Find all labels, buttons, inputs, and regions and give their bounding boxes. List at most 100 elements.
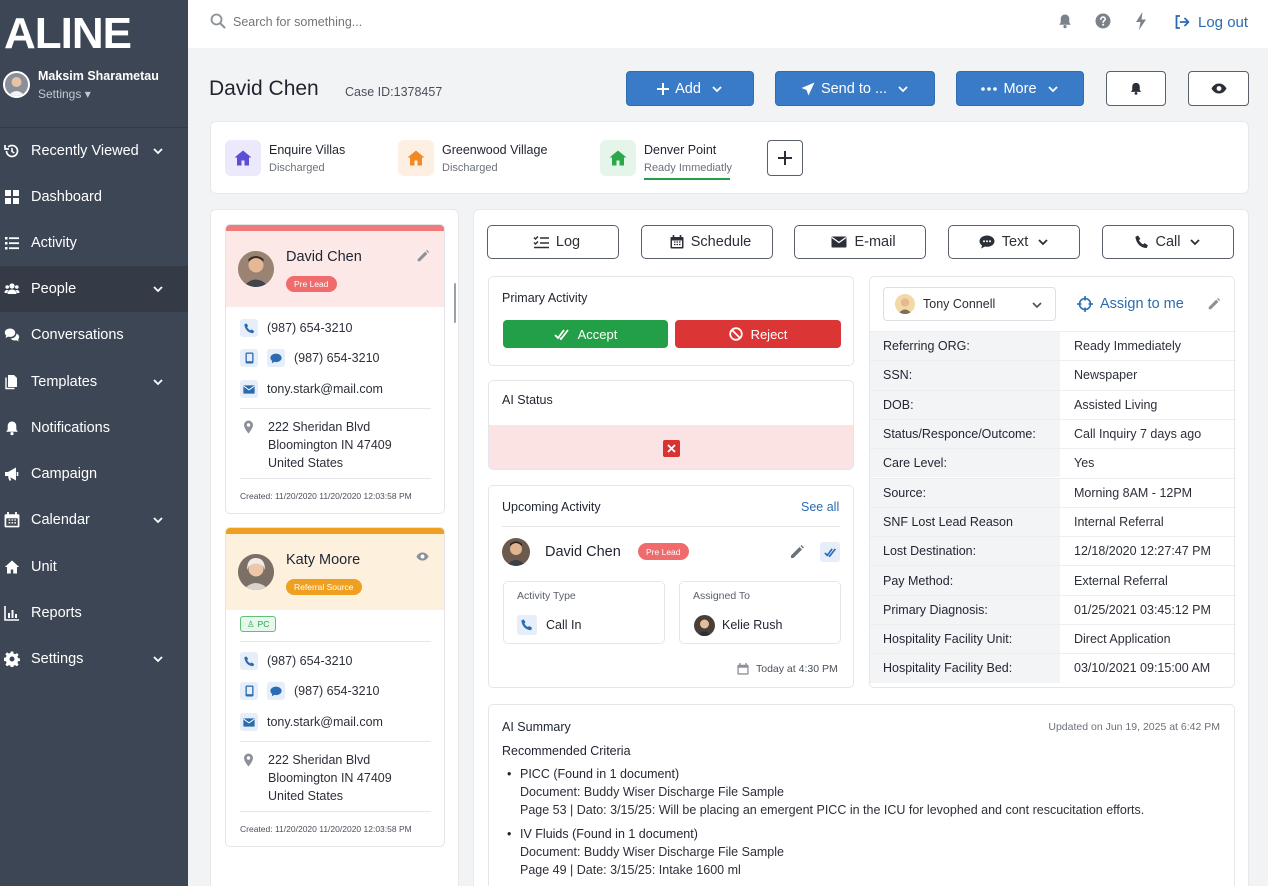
sidebar-item-unit[interactable]: Unit <box>0 544 188 590</box>
email-button[interactable]: E-mail <box>794 225 926 259</box>
app-logo[interactable]: ALINE <box>4 12 132 56</box>
calendar-icon <box>737 663 749 675</box>
text-label: Text <box>1001 234 1029 250</box>
see-all-link[interactable]: See all <box>801 500 839 514</box>
facility-status: Discharged <box>442 162 498 174</box>
schedule-button[interactable]: Schedule <box>641 225 773 259</box>
detail-value: Yes <box>1074 456 1095 471</box>
user-block[interactable]: Maksim Sharametau Settings ▾ <box>0 58 188 126</box>
sidebar-item-templates[interactable]: Templates <box>0 359 188 405</box>
assignee-select[interactable]: Tony Connell <box>883 287 1056 321</box>
user-settings-link[interactable]: Settings ▾ <box>38 87 91 101</box>
detail-label: Care Level: <box>870 449 1060 478</box>
help-icon[interactable] <box>1095 13 1111 29</box>
chat-bubble-icon <box>267 349 285 367</box>
detail-row: Lost Destination: 12/18/2020 12:27:47 PM <box>870 536 1236 566</box>
mobile-row[interactable]: (987) 654-3210 <box>240 681 379 701</box>
detail-label: Status/Responce/Outcome: <box>870 419 1060 449</box>
detail-label: Referring ORG: <box>870 332 1060 361</box>
ai-summary-subtitle: Recommended Criteria <box>502 744 631 758</box>
bell-button[interactable] <box>1106 71 1166 106</box>
pencil-icon[interactable] <box>789 544 805 560</box>
send-to-button[interactable]: Send to ... <box>775 71 935 106</box>
email-row[interactable]: tony.stark@mail.com <box>240 379 383 399</box>
sidebar-item-label: Conversations <box>31 327 124 343</box>
status-badge: Referral Source <box>286 579 362 595</box>
pencil-icon[interactable] <box>416 249 430 263</box>
avatar <box>3 71 30 98</box>
avatar <box>502 538 530 566</box>
upcoming-person-name[interactable]: David Chen <box>545 544 621 560</box>
divider <box>240 408 431 409</box>
sidebar-item-dashboard[interactable]: Dashboard <box>0 174 188 220</box>
phone-icon <box>1134 235 1148 248</box>
avatar <box>238 554 274 590</box>
sidebar-item-conversations[interactable]: Conversations <box>0 312 188 358</box>
divider <box>240 641 431 642</box>
facility-item[interactable]: Denver Point Ready Immediatly <box>600 138 760 180</box>
chat-bubble-icon <box>979 235 995 249</box>
sidebar-item-recently-viewed[interactable]: Recently Viewed <box>0 128 188 174</box>
assign-to-me-link[interactable]: Assign to me <box>1100 296 1184 312</box>
summary-item-document[interactable]: Document: Buddy Wiser Discharge File Sam… <box>520 845 784 859</box>
facility-item[interactable]: Greenwood Village Discharged <box>398 138 558 178</box>
facility-status: Discharged <box>269 162 325 174</box>
reject-button[interactable]: Reject <box>675 320 841 348</box>
double-check-icon[interactable] <box>820 542 840 562</box>
sidebar-item-settings[interactable]: Settings <box>0 636 188 682</box>
sidebar-item-label: Unit <box>31 559 57 575</box>
main-panel: Log Schedule E-mail Text Call Primary Ac… <box>473 209 1249 886</box>
detail-row: SSN: Newspaper <box>870 360 1236 390</box>
status-badge: Pre Lead <box>286 276 337 292</box>
more-button[interactable]: More <box>956 71 1084 106</box>
chevron-down-icon <box>152 145 164 157</box>
mail-icon <box>240 380 258 398</box>
people-icon <box>4 281 20 297</box>
add-label: Add <box>675 80 701 97</box>
user-name: Maksim Sharametau <box>38 69 159 83</box>
crosshair-icon[interactable] <box>1077 296 1093 312</box>
phone-row[interactable]: (987) 654-3210 <box>240 318 352 338</box>
detail-value: Assisted Living <box>1074 397 1158 412</box>
text-button[interactable]: Text <box>948 225 1080 259</box>
detail-label: SSN: <box>870 361 1060 390</box>
notifications-bell-icon[interactable] <box>1057 13 1073 29</box>
logout-button[interactable]: Log out <box>1174 12 1248 32</box>
pencil-icon[interactable] <box>1207 297 1221 311</box>
contact-card[interactable]: Katy Moore Referral Source ♙ PC (987) 654-32… <box>225 527 445 847</box>
sidebar-item-activity[interactable]: Activity <box>0 220 188 266</box>
facility-item[interactable]: Enquire Villas Discharged <box>225 138 385 178</box>
contact-card[interactable]: David Chen Pre Lead (987) 654-3210 (987) 65… <box>225 224 445 514</box>
divider <box>502 526 840 527</box>
detail-value: 03/10/2021 09:15:00 AM <box>1074 661 1211 676</box>
contacts-panel: David Chen Pre Lead (987) 654-3210 (987) 65… <box>210 209 459 886</box>
map-pin-icon <box>243 753 254 767</box>
call-button[interactable]: Call <box>1102 225 1234 259</box>
detail-label: Hospitality Facility Unit: <box>870 625 1060 654</box>
search-input[interactable] <box>233 13 533 31</box>
eye-icon[interactable] <box>416 552 430 566</box>
summary-item-document[interactable]: Document: Buddy Wiser Discharge File Sam… <box>520 785 784 799</box>
mobile-row[interactable]: (987) 654-3210 <box>240 348 379 368</box>
sidebar-item-notifications[interactable]: Notifications <box>0 405 188 451</box>
phone-row[interactable]: (987) 654-3210 <box>240 651 352 671</box>
sidebar-item-label: Notifications <box>31 420 110 436</box>
detail-value: Internal Referral <box>1074 514 1164 529</box>
lightning-icon[interactable] <box>1134 12 1148 30</box>
gear-icon <box>4 651 20 667</box>
log-button[interactable]: Log <box>487 225 619 259</box>
accept-button[interactable]: Accept <box>503 320 668 348</box>
contact-name[interactable]: Katy Moore <box>286 552 360 568</box>
add-facility-button[interactable] <box>767 140 803 176</box>
sidebar-item-people[interactable]: People <box>0 266 188 312</box>
watch-button[interactable] <box>1188 71 1249 106</box>
sidebar-item-campaign[interactable]: Campaign <box>0 451 188 497</box>
contact-name[interactable]: David Chen <box>286 249 362 265</box>
double-check-icon <box>553 328 569 340</box>
sidebar-item-calendar[interactable]: Calendar <box>0 497 188 543</box>
add-button[interactable]: Add <box>626 71 754 106</box>
primary-activity-title: Primary Activity <box>502 291 588 305</box>
scrollbar[interactable] <box>454 283 456 323</box>
email-row[interactable]: tony.stark@mail.com <box>240 712 383 732</box>
sidebar-item-reports[interactable]: Reports <box>0 590 188 636</box>
